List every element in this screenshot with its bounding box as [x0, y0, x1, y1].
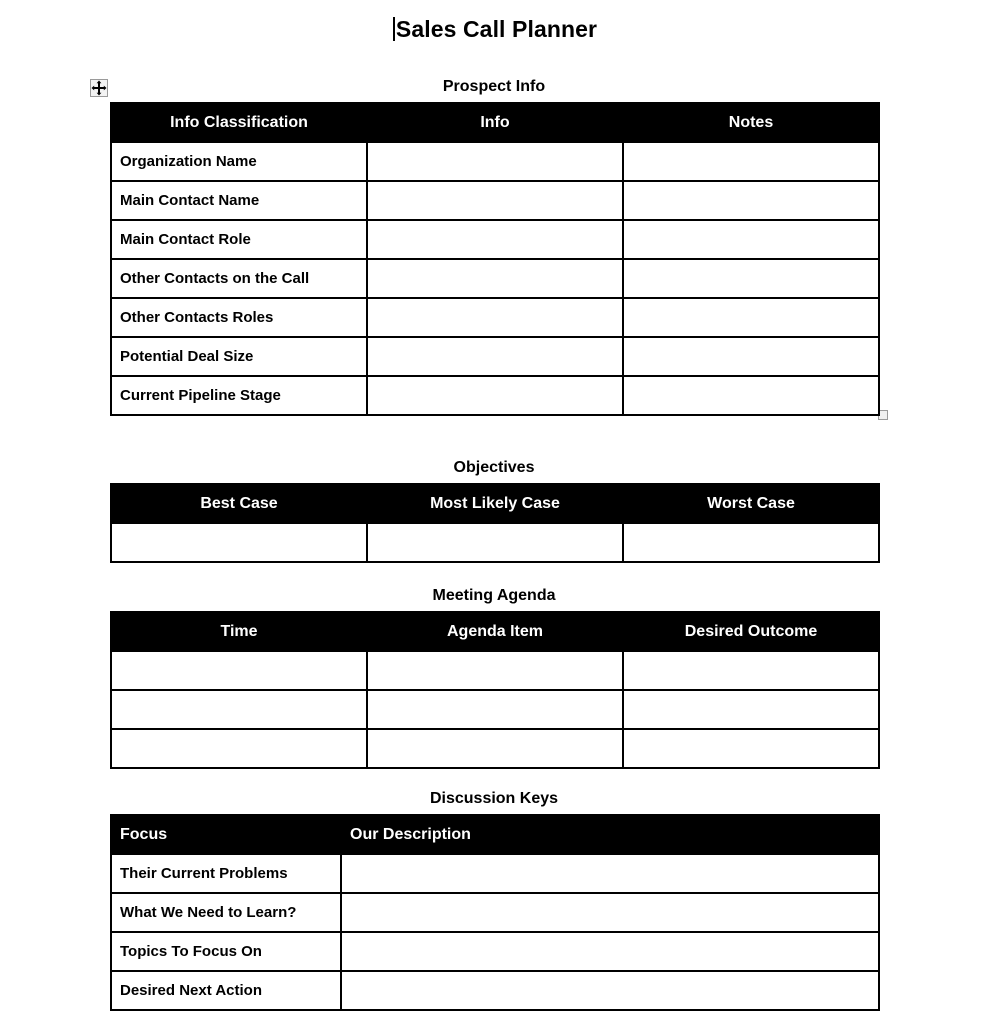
table-row: Their Current Problems — [110, 853, 880, 894]
discussion-keys-table: Focus Our Description Their Current Prob… — [110, 814, 880, 1011]
worst-case-input-cell[interactable] — [622, 522, 880, 563]
focus-label-cell[interactable]: What We Need to Learn? — [110, 892, 342, 933]
objectives-table: Best Case Most Likely Case Worst Case — [110, 483, 880, 563]
table-header-row: Time Agenda Item Desired Outcome — [110, 611, 880, 652]
column-header-info: Info — [366, 102, 624, 143]
document-page: Sales Call Planner Prospect Info Info Cl… — [0, 0, 990, 1024]
column-header-most-likely-case: Most Likely Case — [366, 483, 624, 524]
notes-input-cell[interactable] — [622, 336, 880, 377]
table-row: Current Pipeline Stage — [110, 375, 880, 416]
meeting-agenda-table: Time Agenda Item Desired Outcome — [110, 611, 880, 769]
desired-outcome-input-cell[interactable] — [622, 728, 880, 769]
table-row: Main Contact Role — [110, 219, 880, 260]
table-row — [110, 650, 880, 691]
notes-input-cell[interactable] — [622, 219, 880, 260]
agenda-item-input-cell[interactable] — [366, 728, 624, 769]
table-header-row: Best Case Most Likely Case Worst Case — [110, 483, 880, 524]
section-title-objectives: Objectives — [453, 459, 535, 476]
row-label-cell[interactable]: Current Pipeline Stage — [110, 375, 368, 416]
section-objectives: Objectives Best Case Most Likely Case Wo… — [110, 458, 880, 563]
column-header-notes: Notes — [622, 102, 880, 143]
row-label-cell[interactable]: Organization Name — [110, 141, 368, 182]
notes-input-cell[interactable] — [622, 258, 880, 299]
description-input-cell[interactable] — [340, 853, 880, 894]
table-row: Main Contact Name — [110, 180, 880, 221]
table-row: Organization Name — [110, 141, 880, 182]
table-row: Topics To Focus On — [110, 931, 880, 972]
focus-label-cell[interactable]: Topics To Focus On — [110, 931, 342, 972]
table-row: What We Need to Learn? — [110, 892, 880, 933]
column-header-worst-case: Worst Case — [622, 483, 880, 524]
column-header-best-case: Best Case — [110, 483, 368, 524]
prospect-info-table: Info Classification Info Notes Organizat… — [110, 102, 880, 416]
section-title-prospect-info: Prospect Info — [442, 78, 546, 95]
column-header-info-classification: Info Classification — [110, 102, 368, 143]
column-header-agenda-item: Agenda Item — [366, 611, 624, 652]
column-header-focus: Focus — [110, 814, 342, 855]
description-input-cell[interactable] — [340, 970, 880, 1011]
info-input-cell[interactable] — [366, 297, 624, 338]
row-label-cell[interactable]: Potential Deal Size — [110, 336, 368, 377]
desired-outcome-input-cell[interactable] — [622, 689, 880, 730]
info-input-cell[interactable] — [366, 141, 624, 182]
section-title-discussion-keys: Discussion Keys — [429, 790, 559, 807]
row-label-cell[interactable]: Other Contacts on the Call — [110, 258, 368, 299]
notes-input-cell[interactable] — [622, 297, 880, 338]
text-caret — [392, 17, 395, 41]
focus-label-cell[interactable]: Desired Next Action — [110, 970, 342, 1011]
table-row — [110, 689, 880, 730]
column-header-desired-outcome: Desired Outcome — [622, 611, 880, 652]
table-header-row: Focus Our Description — [110, 814, 880, 855]
description-input-cell[interactable] — [340, 892, 880, 933]
notes-input-cell[interactable] — [622, 180, 880, 221]
most-likely-case-input-cell[interactable] — [366, 522, 624, 563]
info-input-cell[interactable] — [366, 336, 624, 377]
section-title-meeting-agenda: Meeting Agenda — [432, 587, 556, 604]
focus-label-cell[interactable]: Their Current Problems — [110, 853, 342, 894]
description-input-cell[interactable] — [340, 931, 880, 972]
table-header-row: Info Classification Info Notes — [110, 102, 880, 143]
table-row: Potential Deal Size — [110, 336, 880, 377]
best-case-input-cell[interactable] — [110, 522, 368, 563]
column-header-time: Time — [110, 611, 368, 652]
move-cross-icon[interactable] — [90, 79, 108, 97]
table-row — [110, 728, 880, 769]
table-row: Other Contacts Roles — [110, 297, 880, 338]
info-input-cell[interactable] — [366, 219, 624, 260]
row-label-cell[interactable]: Other Contacts Roles — [110, 297, 368, 338]
page-title-text: Sales Call Planner — [395, 16, 598, 42]
notes-input-cell[interactable] — [622, 141, 880, 182]
table-row: Other Contacts on the Call — [110, 258, 880, 299]
notes-input-cell[interactable] — [622, 375, 880, 416]
column-header-our-description: Our Description — [340, 814, 880, 855]
row-label-cell[interactable]: Main Contact Role — [110, 219, 368, 260]
info-input-cell[interactable] — [366, 180, 624, 221]
section-meeting-agenda: Meeting Agenda Time Agenda Item Desired … — [110, 586, 880, 769]
table-row: Desired Next Action — [110, 970, 880, 1011]
info-input-cell[interactable] — [366, 258, 624, 299]
page-title: Sales Call Planner — [0, 14, 990, 44]
time-input-cell[interactable] — [110, 650, 368, 691]
row-label-cell[interactable]: Main Contact Name — [110, 180, 368, 221]
agenda-item-input-cell[interactable] — [366, 689, 624, 730]
section-discussion-keys: Discussion Keys Focus Our Description Th… — [110, 789, 880, 1011]
time-input-cell[interactable] — [110, 689, 368, 730]
table-row — [110, 522, 880, 563]
section-prospect-info: Prospect Info Info Classification Info N… — [110, 77, 880, 416]
desired-outcome-input-cell[interactable] — [622, 650, 880, 691]
info-input-cell[interactable] — [366, 375, 624, 416]
agenda-item-input-cell[interactable] — [366, 650, 624, 691]
time-input-cell[interactable] — [110, 728, 368, 769]
